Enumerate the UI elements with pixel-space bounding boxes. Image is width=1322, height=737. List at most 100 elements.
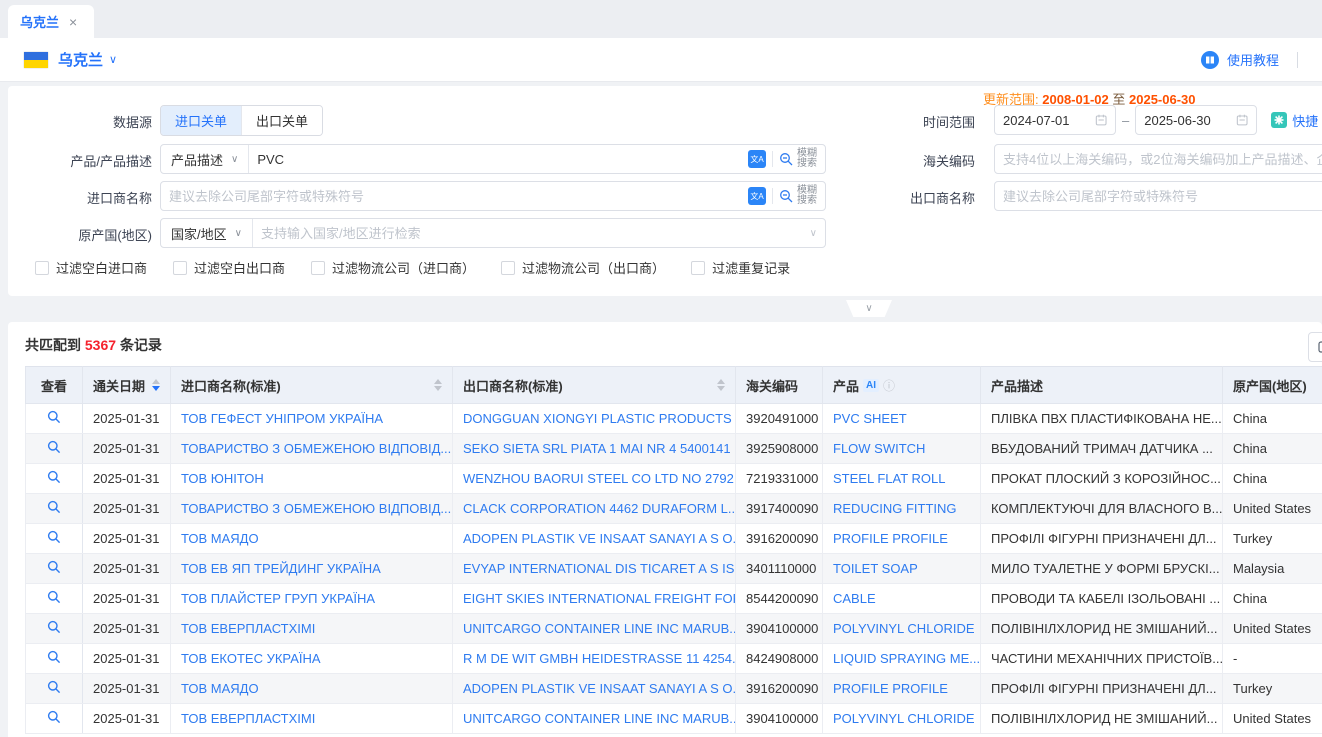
- tab-title: 乌克兰: [20, 12, 59, 31]
- cell-product-link[interactable]: PROFILE PROFILE: [823, 524, 981, 554]
- cell-importer-link[interactable]: ТОВ ЮНІТОН: [171, 464, 453, 494]
- view-record-icon[interactable]: [47, 680, 61, 694]
- cell-exporter-link[interactable]: ADOPEN PLASTIK VE INSAAT SANAYI A S O...: [453, 524, 736, 554]
- cell-importer-link[interactable]: ТОВ ЕВ ЯП ТРЕЙДИНГ УКРАЇНА: [171, 554, 453, 584]
- calendar-icon: [1095, 113, 1107, 127]
- country-chevron-down-icon[interactable]: ∨: [109, 53, 117, 66]
- cell-date: 2025-01-31: [83, 524, 171, 554]
- fuzzy-search-button[interactable]: 模糊搜索: [779, 186, 817, 206]
- cell-product-link[interactable]: REDUCING FITTING: [823, 494, 981, 524]
- datasource-export-tab[interactable]: 出口关单: [241, 106, 322, 135]
- view-record-icon[interactable]: [47, 650, 61, 664]
- divider: [772, 151, 773, 167]
- checkbox-icon[interactable]: [311, 261, 325, 275]
- cell-exporter-link[interactable]: WENZHOU BAORUI STEEL CO LTD NO 2792...: [453, 464, 736, 494]
- cell-exporter-link[interactable]: UNITCARGO CONTAINER LINE INC MARUB...: [453, 614, 736, 644]
- cell-product-link[interactable]: TOILET SOAP: [823, 554, 981, 584]
- cell-importer-link[interactable]: ТОВ ЕВЕРПЛАСТХІМІ: [171, 704, 453, 734]
- cell-description: ПРОФІЛІ ФІГУРНІ ПРИЗНАЧЕНІ ДЛ...: [981, 674, 1223, 704]
- cell-exporter-link[interactable]: R M DE WIT GMBH HEIDESTRASSE 11 4254...: [453, 644, 736, 674]
- hs-code-field[interactable]: [994, 144, 1322, 174]
- checkbox-filter-blank-importer[interactable]: 过滤空白进口商: [35, 258, 147, 277]
- cell-exporter-link[interactable]: EVYAP INTERNATIONAL DIS TICARET A S IS..…: [453, 554, 736, 584]
- tab-close-icon[interactable]: ×: [69, 14, 77, 30]
- checkbox-icon[interactable]: [691, 261, 705, 275]
- view-record-icon[interactable]: [47, 590, 61, 604]
- cell-exporter-link[interactable]: EIGHT SKIES INTERNATIONAL FREIGHT FOR...: [453, 584, 736, 614]
- tutorial-link[interactable]: 使用教程: [1227, 50, 1279, 69]
- cell-product-link[interactable]: POLYVINYL CHLORIDE: [823, 704, 981, 734]
- sort-exporter-control[interactable]: [717, 379, 725, 391]
- sort-importer-control[interactable]: [434, 379, 442, 391]
- date-end-input[interactable]: [1144, 113, 1236, 128]
- cell-exporter-link[interactable]: CLACK CORPORATION 4462 DURAFORM L...: [453, 494, 736, 524]
- cell-importer-link[interactable]: ТОВ ЕКОТЕС УКРАЇНА: [171, 644, 453, 674]
- checkbox-icon[interactable]: [501, 261, 515, 275]
- cell-importer-link[interactable]: ТОВ МАЯДО: [171, 524, 453, 554]
- cell-product-link[interactable]: FLOW SWITCH: [823, 434, 981, 464]
- cell-product-link[interactable]: STEEL FLAT ROLL: [823, 464, 981, 494]
- checkbox-filter-duplicates[interactable]: 过滤重复记录: [691, 258, 790, 277]
- cell-importer-link[interactable]: ТОВАРИСТВО З ОБМЕЖЕНОЮ ВІДПОВІД...: [171, 434, 453, 464]
- view-record-icon[interactable]: [47, 410, 61, 424]
- cell-exporter-link[interactable]: DONGGUAN XIONGYI PLASTIC PRODUCTS ...: [453, 404, 736, 434]
- date-start-input[interactable]: [1003, 113, 1095, 128]
- product-type-select[interactable]: 产品描述∨: [161, 145, 249, 173]
- view-record-icon[interactable]: [47, 620, 61, 634]
- cell-exporter-link[interactable]: SEKO SIETA SRL PIATA 1 MAI NR 4 5400141 …: [453, 434, 736, 464]
- cell-exporter-link[interactable]: ADOPEN PLASTIK VE INSAAT SANAYI A S O...: [453, 674, 736, 704]
- exporter-field[interactable]: [994, 181, 1322, 211]
- product-search-group: 产品描述∨ 文A 模糊搜索: [160, 144, 826, 174]
- origin-input[interactable]: [261, 226, 802, 241]
- datasource-import-tab[interactable]: 进口关单: [161, 106, 241, 135]
- toolbar-button-partial[interactable]: [1308, 332, 1322, 362]
- translate-icon[interactable]: 文A: [748, 187, 766, 205]
- cell-hs-code: 3925908000: [736, 434, 823, 464]
- hs-code-input[interactable]: [1003, 152, 1322, 167]
- checkbox-icon[interactable]: [35, 261, 49, 275]
- cell-product-link[interactable]: PROFILE PROFILE: [823, 674, 981, 704]
- cell-date: 2025-01-31: [83, 554, 171, 584]
- cell-importer-link[interactable]: ТОВ ПЛАЙСТЕР ГРУП УКРАЇНА: [171, 584, 453, 614]
- tab-ukraine[interactable]: 乌克兰 ×: [8, 5, 94, 38]
- sort-date-control[interactable]: [152, 379, 160, 391]
- importer-input[interactable]: [169, 189, 740, 204]
- checkbox-filter-blank-exporter[interactable]: 过滤空白出口商: [173, 258, 285, 277]
- page-header: 乌克兰 ∨ 使用教程: [0, 38, 1322, 82]
- checkbox-filter-logistics-exporter[interactable]: 过滤物流公司（出口商）: [501, 258, 665, 277]
- exporter-input[interactable]: [1003, 189, 1322, 204]
- date-start-field[interactable]: [994, 105, 1116, 135]
- cell-hs-code: 3920491000: [736, 404, 823, 434]
- product-search-input[interactable]: [257, 152, 740, 167]
- view-record-icon[interactable]: [47, 560, 61, 574]
- cell-origin: United States: [1223, 614, 1322, 644]
- cell-exporter-link[interactable]: UNITCARGO CONTAINER LINE INC MARUB...: [453, 704, 736, 734]
- checkbox-filter-logistics-importer[interactable]: 过滤物流公司（进口商）: [311, 258, 475, 277]
- origin-type-select[interactable]: 国家/地区∨: [161, 219, 253, 247]
- info-icon[interactable]: ⓘ: [883, 377, 895, 394]
- collapse-filters-button[interactable]: ∨: [846, 300, 892, 317]
- checkbox-icon[interactable]: [173, 261, 187, 275]
- results-count: 5367: [85, 337, 116, 353]
- cell-importer-link[interactable]: ТОВ ГЕФЕСТ УНІПРОМ УКРАЇНА: [171, 404, 453, 434]
- cell-importer-link[interactable]: ТОВ МАЯДО: [171, 674, 453, 704]
- view-record-icon[interactable]: [47, 530, 61, 544]
- view-record-icon[interactable]: [47, 440, 61, 454]
- cell-origin: China: [1223, 434, 1322, 464]
- view-record-icon[interactable]: [47, 470, 61, 484]
- cell-product-link[interactable]: POLYVINYL CHLORIDE: [823, 614, 981, 644]
- date-end-field[interactable]: [1135, 105, 1257, 135]
- cell-importer-link[interactable]: ТОВ ЕВЕРПЛАСТХІМІ: [171, 614, 453, 644]
- tab-bar: 乌克兰 ×: [0, 0, 1322, 38]
- cell-product-link[interactable]: CABLE: [823, 584, 981, 614]
- quick-shortcut-icon: [1271, 112, 1287, 128]
- view-record-icon[interactable]: [47, 710, 61, 724]
- fuzzy-search-button[interactable]: 模糊搜索: [779, 149, 817, 169]
- quick-range-button[interactable]: 快捷: [1271, 111, 1318, 130]
- cell-importer-link[interactable]: ТОВАРИСТВО З ОБМЕЖЕНОЮ ВІДПОВІД...: [171, 494, 453, 524]
- translate-icon[interactable]: 文A: [748, 150, 766, 168]
- view-record-icon[interactable]: [47, 500, 61, 514]
- cell-product-link[interactable]: LIQUID SPRAYING ME...: [823, 644, 981, 674]
- cell-date: 2025-01-31: [83, 704, 171, 734]
- cell-product-link[interactable]: PVC SHEET: [823, 404, 981, 434]
